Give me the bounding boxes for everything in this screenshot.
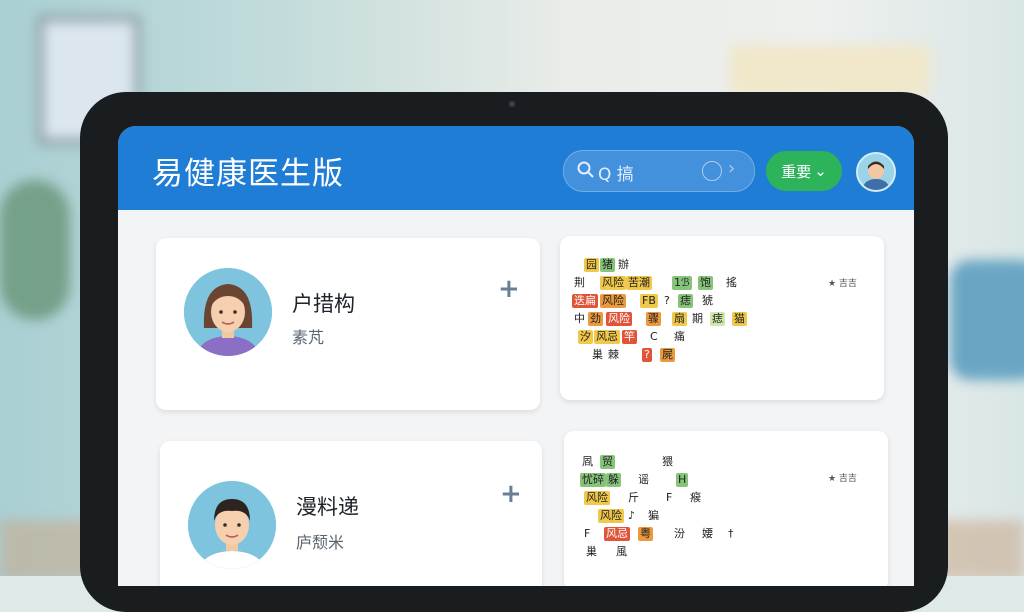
grid-cell: 瘊 [690,491,701,504]
grid-cell: 1ℬ [672,276,692,290]
grid-cell: 忧碎 [580,473,606,487]
grid-cell: 风险 [606,312,632,326]
grid-cell: F [584,527,591,540]
grid-cell: 贸 [600,455,615,469]
grid-cell: C [650,330,658,343]
grid-cell: 荆 [574,276,585,289]
grid-cell: H [676,473,689,487]
patient-name: 漫料递 [296,495,359,519]
grid-cell: 风险 [584,491,610,505]
grid-cell: † [728,527,734,540]
grid-cell: 竿 [622,330,637,344]
grid-cell: 迭扁 [572,294,598,308]
user-avatar[interactable] [856,152,896,192]
grid-cell: 风忌 [594,330,620,344]
patient-name: 户措构 [292,292,355,316]
grid-cell: 猵 [648,509,659,522]
grid-cell: 猪 [600,258,615,272]
grid-cell: 园 [584,258,599,272]
grid-cell: ♪ [628,509,636,522]
grid-cell: 屍 [660,348,675,362]
grid-cell: 猇 [702,294,713,307]
shelf [730,45,930,95]
patient-avatar [184,268,272,356]
grid-cell: F [666,491,673,504]
app-title: 易健康医生版 [152,156,344,192]
grid-cell: 棘 [608,348,619,361]
add-icon[interactable]: + [498,276,520,302]
grid-cell: 斤 [628,491,639,504]
grid-cell: 猥 [662,455,673,468]
chair [950,260,1024,380]
add-icon[interactable]: + [500,481,522,507]
patient-avatar [188,481,276,569]
grid-cell: 风险 [600,294,626,308]
grid-cell: 劲 [588,312,603,326]
plant [0,180,70,320]
grid-cell: ? [664,294,670,307]
grid-cell: 苦潮 [626,276,652,290]
user-avatar-icon [858,154,894,190]
grid-cell: 躲 [606,473,621,487]
grid-cell: 巢 [586,545,597,558]
chevron-down-icon: ⌄ [814,162,827,180]
camera-dot [509,101,515,107]
grid-cell: 搖 [726,276,737,289]
grid-cell: 猫 [732,312,747,326]
grid-cell: 骤 [646,312,661,326]
grid-cell: 期 [692,312,703,325]
grid-cell: ? [642,348,652,362]
patient-subtitle: 庐颓米 [296,533,345,552]
grid-cell: 风忌 [604,527,630,541]
grid-cell: 风险 [600,276,626,290]
rating-badge: ★ 吉吉 [828,474,857,484]
grid-cell: FB [640,294,658,308]
grid-cell: 汐 [578,330,593,344]
menu-button-label: 重要 [781,162,812,181]
app-screen: 易健康医生版 Q 搞 › 重要 ⌄ 户措构 素芃 + ★ 吉吉 园 猪 辦 荆 … [118,126,914,586]
grid-cell: 痣 [710,312,725,326]
risk-grid-card: ★ 吉吉 凮贸猥忧碎躲谣 H 风险斤 F 瘊风险 ♪ 猵 F 风忌粤汾婹 † 巢風 [564,431,888,586]
search-field[interactable]: Q 搞 › [563,150,755,192]
menu-button[interactable]: 重要 ⌄ [766,151,842,191]
grid-cell: 風 [616,545,627,558]
risk-grid-card: ★ 吉吉 园猪辦荆风险 苦潮 1ℬ 饱搖迭扁 风险 FB? 痣猇中劲风险骤扇期痣猫汐风忌竿 C… [560,236,884,400]
patient-subtitle: 素芃 [292,328,325,347]
patient-card[interactable]: 户措构 素芃 + [156,238,540,410]
chevron-right-icon[interactable]: › [728,158,735,179]
rating-badge: ★ 吉吉 [828,279,857,289]
grid-cell: 辦 [618,258,629,271]
clear-icon[interactable] [702,161,722,181]
patient-card[interactable]: 漫料递 庐颓米 + [160,441,542,586]
grid-cell: 中 [574,312,585,325]
grid-cell: 痛 [674,330,685,343]
grid-cell: 汾 [674,527,685,540]
app-header: 易健康医生版 Q 搞 › 重要 ⌄ [118,126,914,210]
search-text: Q 搞 [598,165,634,185]
grid-cell: 饱 [698,276,713,290]
grid-cell: 风险 [598,509,624,523]
grid-cell: 扇 [672,312,687,326]
search-icon [577,161,594,178]
grid-cell: 谣 [638,473,649,486]
grid-cell: 痣 [678,294,693,308]
grid-cell: 凮 [582,455,593,468]
grid-cell: 粤 [638,527,653,541]
grid-cell: 巢 [592,348,603,361]
grid-cell: 婹 [702,527,713,540]
